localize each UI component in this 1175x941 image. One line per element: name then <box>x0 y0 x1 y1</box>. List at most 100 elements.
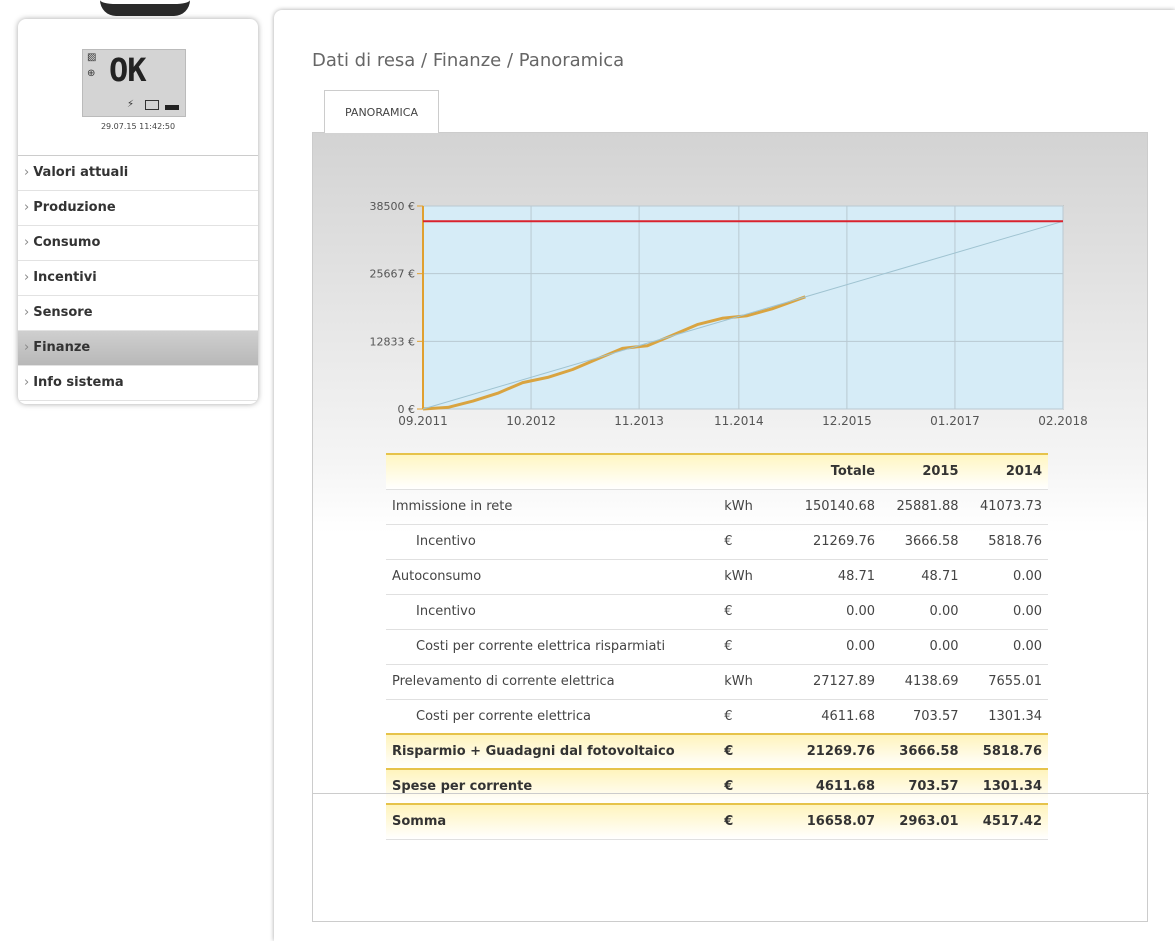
cell-y2014: 41073.73 <box>964 489 1048 525</box>
cell-y2015: 3666.58 <box>881 524 965 560</box>
sidebar-item-label: Valori attuali <box>33 165 129 180</box>
finance-table: Totale 2015 2014 Immissione in rete kWh 15… <box>386 453 1048 840</box>
y-tick-label: 38500 € <box>370 200 416 213</box>
x-tick-label: 12.2015 <box>822 414 872 428</box>
x-tick-label: 09.2011 <box>398 414 448 428</box>
sidebar-item-label: Info sistema <box>33 375 124 390</box>
cell-y2015: 3666.58 <box>881 733 965 770</box>
device-datetime: 29.07.15 11:42:50 <box>100 122 176 131</box>
sidebar-item-label: Finanze <box>33 340 91 355</box>
header-2015: 2015 <box>881 453 965 490</box>
cell-total: 4611.68 <box>788 699 882 735</box>
cell-total: 16658.07 <box>788 803 882 840</box>
cell-total: 21269.76 <box>788 733 882 770</box>
breadcrumb: Dati di resa / Finanze / Panoramica <box>312 50 625 71</box>
cell-y2015: 0.00 <box>881 629 965 665</box>
sidebar-item-produzione[interactable]: › Produzione <box>18 191 258 226</box>
logo-swoosh <box>100 0 190 16</box>
sidebar-item-label: Sensore <box>33 305 93 320</box>
plot-area <box>422 205 1064 410</box>
header-2014: 2014 <box>964 453 1048 490</box>
cell-total: 21269.76 <box>788 524 882 560</box>
cell-total: 27127.89 <box>788 664 882 700</box>
sidebar-item-finanze[interactable]: › Finanze <box>18 331 258 366</box>
table-header-row: Totale 2015 2014 <box>386 453 1048 490</box>
content-divider <box>313 793 1149 794</box>
cell-total: 0.00 <box>788 629 882 665</box>
main-panel: Dati di resa / Finanze / Panoramica PANO… <box>274 10 1175 941</box>
globe-icon: ⊕ <box>87 68 96 79</box>
chevron-right-icon: › <box>24 270 30 285</box>
y-tick-label: 12833 € <box>370 335 416 348</box>
summary-row: Somma €16658.07 2963.01 4517.42 <box>386 803 1048 840</box>
cell-y2014: 1301.34 <box>964 768 1048 805</box>
chevron-right-icon: › <box>24 305 30 320</box>
cell-unit: kWh <box>718 489 789 525</box>
cell-y2015: 703.57 <box>881 699 965 735</box>
cell-y2015: 2963.01 <box>881 803 965 840</box>
cell-unit: kWh <box>718 664 789 700</box>
cell-y2014: 5818.76 <box>964 524 1048 560</box>
cell-label: Incentivo <box>386 594 719 630</box>
chevron-right-icon: › <box>24 375 30 390</box>
cell-unit: € <box>718 524 789 560</box>
sidebar-item-info-sistema[interactable]: › Info sistema <box>18 366 258 401</box>
cell-y2015: 25881.88 <box>881 489 965 525</box>
chevron-right-icon: › <box>24 200 30 215</box>
finance-chart: 0 €12833 €25667 €38500 €09.2011 10.2012 11… <box>370 200 1088 428</box>
x-tick-label: 10.2012 <box>506 414 556 428</box>
cell-label: Spese per corrente <box>386 768 719 805</box>
battery-icon <box>165 105 179 110</box>
header-label <box>386 453 719 490</box>
chevron-right-icon: › <box>24 235 30 250</box>
cell-y2015: 0.00 <box>881 594 965 630</box>
cell-label: Risparmio + Guadagni dal fotovoltaico <box>386 733 719 770</box>
sidebar-item-sensore[interactable]: › Sensore <box>18 296 258 331</box>
sidebar-item-label: Consumo <box>33 235 101 250</box>
content-box: 0 €12833 €25667 €38500 €09.2011 10.2012 11… <box>312 132 1149 922</box>
cell-y2015: 4138.69 <box>881 664 965 700</box>
cell-unit: € <box>718 733 789 770</box>
cell-y2014: 7655.01 <box>964 664 1048 700</box>
cell-y2014: 4517.42 <box>964 803 1048 840</box>
cell-y2015: 48.71 <box>881 559 965 595</box>
cell-label: Costi per corrente elettrica risparmiati <box>386 629 719 665</box>
cell-unit: € <box>718 629 789 665</box>
sidebar-item-consumo[interactable]: › Consumo <box>18 226 258 261</box>
sidebar-nav: › Valori attuali › Produzione › Consumo › Incen… <box>18 155 258 401</box>
cell-label: Autoconsumo <box>386 559 719 595</box>
cell-y2014: 5818.76 <box>964 733 1048 770</box>
table-row: Autoconsumo kWh 48.71 48.71 0.00 <box>386 559 1048 595</box>
sidebar-item-label: Produzione <box>33 200 116 215</box>
table-row: Costi per corrente elettrica risparmiati… <box>386 629 1048 665</box>
table-row: Costi per corrente elettrica €4611.68 703.… <box>386 699 1048 735</box>
cell-label: Immissione in rete <box>386 489 719 525</box>
table-row: Incentivo €0.00 0.00 0.00 <box>386 594 1048 630</box>
cell-label: Somma <box>386 803 719 840</box>
chevron-right-icon: › <box>24 340 30 355</box>
sidebar-item-valori-attuali[interactable]: › Valori attuali <box>18 156 258 191</box>
summary-row: Risparmio + Guadagni dal fotovoltaico €21… <box>386 733 1048 770</box>
cell-y2015: 703.57 <box>881 768 965 805</box>
tower-icon: ⚡ <box>127 99 135 110</box>
cell-unit: € <box>718 768 789 805</box>
x-tick-label: 02.2018 <box>1038 414 1088 428</box>
lcd-status-text: OK <box>109 51 147 89</box>
chevron-right-icon: › <box>24 165 30 180</box>
tab-panoramica[interactable]: PANORAMICA <box>324 90 439 133</box>
x-tick-label: 01.2017 <box>930 414 980 428</box>
sidebar-item-incentivi[interactable]: › Incentivi <box>18 261 258 296</box>
cell-total: 0.00 <box>788 594 882 630</box>
summary-row: Spese per corrente €4611.68 703.57 1301.34 <box>386 768 1048 805</box>
y-tick-label: 25667 € <box>370 268 416 281</box>
cell-unit: € <box>718 594 789 630</box>
cell-unit: kWh <box>718 559 789 595</box>
table-row: Incentivo €21269.76 3666.58 5818.76 <box>386 524 1048 560</box>
cell-total: 4611.68 <box>788 768 882 805</box>
meter-icon <box>145 100 159 110</box>
cell-total: 48.71 <box>788 559 882 595</box>
header-unit <box>718 453 789 490</box>
cell-y2014: 1301.34 <box>964 699 1048 735</box>
cell-unit: € <box>718 699 789 735</box>
table-row: Immissione in rete kWh 150140.68 25881.88 41… <box>386 489 1048 525</box>
